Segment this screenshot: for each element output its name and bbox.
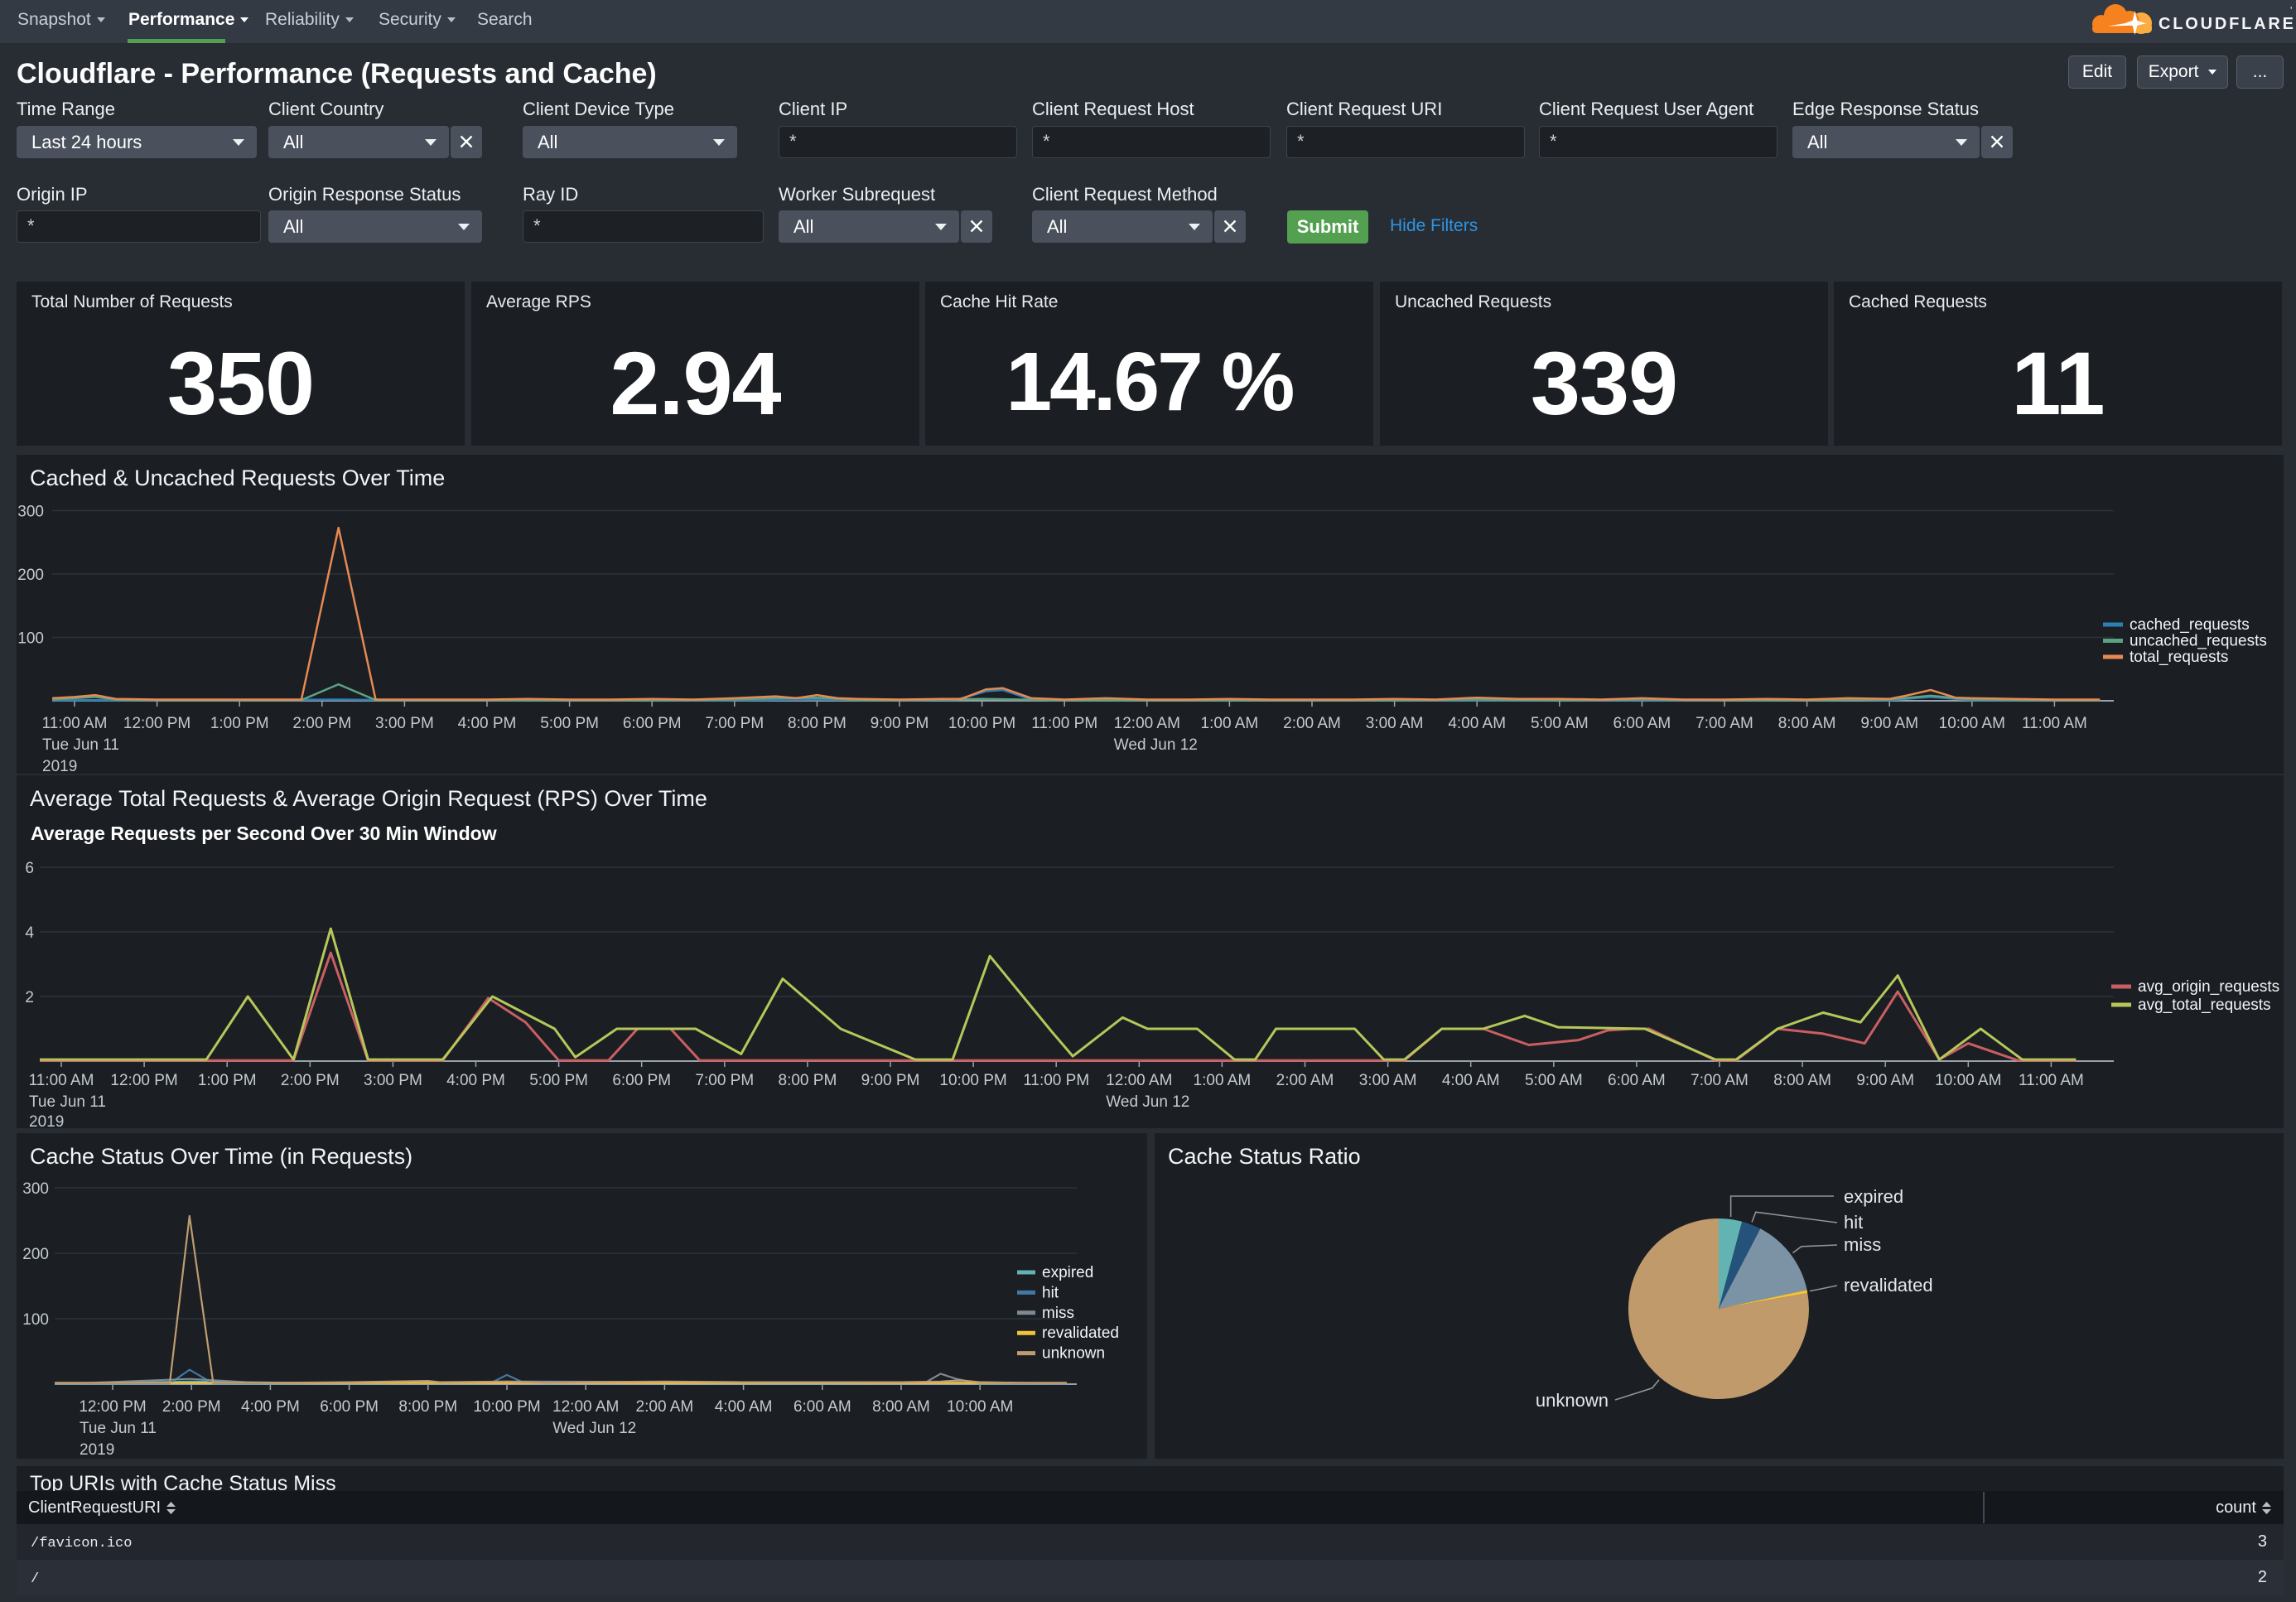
svg-text:cached_requests: cached_requests bbox=[2130, 616, 2250, 634]
svg-text:revalidated: revalidated bbox=[1042, 1325, 1119, 1342]
svg-text:12:00 PM: 12:00 PM bbox=[79, 1398, 146, 1416]
svg-text:expired: expired bbox=[1844, 1186, 1903, 1207]
svg-text:Wed Jun 12: Wed Jun 12 bbox=[1114, 736, 1198, 754]
svg-text:2:00 AM: 2:00 AM bbox=[1283, 715, 1341, 732]
svg-text:11:00 AM: 11:00 AM bbox=[29, 1072, 94, 1089]
svg-text:Wed Jun 12: Wed Jun 12 bbox=[1106, 1093, 1189, 1111]
svg-text:10:00 PM: 10:00 PM bbox=[473, 1398, 540, 1416]
svg-text:9:00 AM: 9:00 AM bbox=[1860, 715, 1918, 732]
svg-text:8:00 PM: 8:00 PM bbox=[398, 1398, 457, 1416]
svg-text:2019: 2019 bbox=[80, 1441, 114, 1459]
svg-text:2:00 AM: 2:00 AM bbox=[636, 1398, 694, 1416]
svg-text:3:00 PM: 3:00 PM bbox=[364, 1072, 422, 1089]
svg-text:4:00 AM: 4:00 AM bbox=[1442, 1072, 1500, 1089]
svg-text:5:00 PM: 5:00 PM bbox=[529, 1072, 588, 1089]
svg-text:total_requests: total_requests bbox=[2130, 649, 2228, 666]
svg-text:8:00 PM: 8:00 PM bbox=[779, 1072, 837, 1089]
svg-text:avg_origin_requests: avg_origin_requests bbox=[2138, 978, 2279, 996]
svg-text:10:00 AM: 10:00 AM bbox=[1935, 1072, 2001, 1089]
svg-text:10:00 AM: 10:00 AM bbox=[947, 1398, 1013, 1416]
svg-text:200: 200 bbox=[22, 1246, 49, 1263]
svg-text:8:00 AM: 8:00 AM bbox=[1773, 1072, 1831, 1089]
svg-text:12:00 PM: 12:00 PM bbox=[123, 715, 191, 732]
svg-text:2:00 PM: 2:00 PM bbox=[281, 1072, 340, 1089]
svg-text:7:00 AM: 7:00 AM bbox=[1691, 1072, 1749, 1089]
svg-text:1:00 PM: 1:00 PM bbox=[198, 1072, 257, 1089]
svg-text:6:00 PM: 6:00 PM bbox=[612, 1072, 671, 1089]
svg-text:5:00 PM: 5:00 PM bbox=[540, 715, 599, 732]
svg-text:100: 100 bbox=[17, 630, 44, 648]
svg-text:300: 300 bbox=[17, 504, 44, 521]
svg-text:1:00 PM: 1:00 PM bbox=[210, 715, 269, 732]
svg-text:unknown: unknown bbox=[1042, 1345, 1105, 1363]
svg-text:6:00 AM: 6:00 AM bbox=[1613, 715, 1671, 732]
svg-text:Tue Jun 11: Tue Jun 11 bbox=[42, 736, 119, 754]
svg-text:3:00 PM: 3:00 PM bbox=[375, 715, 434, 732]
svg-text:11:00 AM: 11:00 AM bbox=[2019, 1072, 2084, 1089]
svg-text:4:00 AM: 4:00 AM bbox=[715, 1398, 773, 1416]
svg-text:Wed Jun 12: Wed Jun 12 bbox=[552, 1420, 636, 1437]
svg-text:11:00 PM: 11:00 PM bbox=[1023, 1072, 1089, 1089]
svg-text:4:00 PM: 4:00 PM bbox=[458, 715, 517, 732]
svg-text:Tue Jun 11: Tue Jun 11 bbox=[80, 1420, 157, 1437]
svg-text:hit: hit bbox=[1844, 1212, 1863, 1233]
svg-text:12:00 AM: 12:00 AM bbox=[1106, 1072, 1172, 1089]
svg-text:12:00 AM: 12:00 AM bbox=[552, 1398, 619, 1416]
svg-text:Tue Jun 11: Tue Jun 11 bbox=[29, 1093, 106, 1111]
svg-text:7:00 PM: 7:00 PM bbox=[695, 1072, 754, 1089]
svg-text:CLOUDFLARE: CLOUDFLARE bbox=[2159, 15, 2296, 33]
svg-text:uncached_requests: uncached_requests bbox=[2130, 633, 2267, 650]
svg-text:6:00 PM: 6:00 PM bbox=[623, 715, 682, 732]
svg-text:2:00 PM: 2:00 PM bbox=[292, 715, 351, 732]
svg-text:100: 100 bbox=[22, 1311, 49, 1329]
svg-text:4: 4 bbox=[25, 924, 34, 942]
svg-text:8:00 PM: 8:00 PM bbox=[788, 715, 847, 732]
svg-text:5:00 AM: 5:00 AM bbox=[1531, 715, 1589, 732]
svg-text:9:00 PM: 9:00 PM bbox=[861, 1072, 920, 1089]
svg-text:6:00 AM: 6:00 AM bbox=[1608, 1072, 1666, 1089]
svg-text:8:00 AM: 8:00 AM bbox=[872, 1398, 930, 1416]
svg-text:9:00 PM: 9:00 PM bbox=[871, 715, 929, 732]
svg-text:miss: miss bbox=[1844, 1234, 1881, 1255]
svg-text:miss: miss bbox=[1042, 1305, 1074, 1322]
svg-text:2019: 2019 bbox=[42, 758, 77, 774]
svg-text:11:00 AM: 11:00 AM bbox=[42, 715, 108, 732]
svg-text:12:00 PM: 12:00 PM bbox=[110, 1072, 177, 1089]
svg-text:2:00 PM: 2:00 PM bbox=[162, 1398, 221, 1416]
svg-text:1:00 AM: 1:00 AM bbox=[1201, 715, 1259, 732]
svg-text:11:00 AM: 11:00 AM bbox=[2022, 715, 2087, 732]
svg-text:hit: hit bbox=[1042, 1284, 1059, 1301]
svg-text:6:00 AM: 6:00 AM bbox=[793, 1398, 851, 1416]
svg-text:9:00 AM: 9:00 AM bbox=[1856, 1072, 1914, 1089]
svg-text:5:00 AM: 5:00 AM bbox=[1525, 1072, 1583, 1089]
svg-text:300: 300 bbox=[22, 1180, 49, 1198]
svg-text:2:00 AM: 2:00 AM bbox=[1276, 1072, 1334, 1089]
svg-text:12:00 AM: 12:00 AM bbox=[1114, 715, 1180, 732]
svg-text:10:00 PM: 10:00 PM bbox=[948, 715, 1015, 732]
svg-text:200: 200 bbox=[17, 567, 44, 584]
svg-text:2: 2 bbox=[25, 989, 34, 1006]
svg-text:3:00 AM: 3:00 AM bbox=[1366, 715, 1424, 732]
svg-text:8:00 AM: 8:00 AM bbox=[1778, 715, 1836, 732]
svg-text:4:00 PM: 4:00 PM bbox=[446, 1072, 505, 1089]
svg-text:10:00 PM: 10:00 PM bbox=[939, 1072, 1006, 1089]
svg-text:avg_total_requests: avg_total_requests bbox=[2138, 996, 2271, 1014]
svg-text:2019: 2019 bbox=[29, 1113, 64, 1128]
svg-text:6:00 PM: 6:00 PM bbox=[320, 1398, 379, 1416]
svg-text:1:00 AM: 1:00 AM bbox=[1194, 1072, 1252, 1089]
svg-text:6: 6 bbox=[25, 860, 34, 877]
svg-text:unknown: unknown bbox=[1536, 1390, 1609, 1411]
svg-text:expired: expired bbox=[1042, 1264, 1093, 1281]
svg-text:': ' bbox=[2290, 4, 2292, 17]
svg-text:11:00 PM: 11:00 PM bbox=[1031, 715, 1097, 732]
svg-text:revalidated: revalidated bbox=[1844, 1275, 1933, 1296]
svg-text:10:00 AM: 10:00 AM bbox=[1939, 715, 2005, 732]
svg-text:7:00 AM: 7:00 AM bbox=[1695, 715, 1753, 732]
svg-text:7:00 PM: 7:00 PM bbox=[705, 715, 764, 732]
svg-text:3:00 AM: 3:00 AM bbox=[1359, 1072, 1417, 1089]
svg-text:4:00 AM: 4:00 AM bbox=[1448, 715, 1506, 732]
svg-text:4:00 PM: 4:00 PM bbox=[241, 1398, 300, 1416]
